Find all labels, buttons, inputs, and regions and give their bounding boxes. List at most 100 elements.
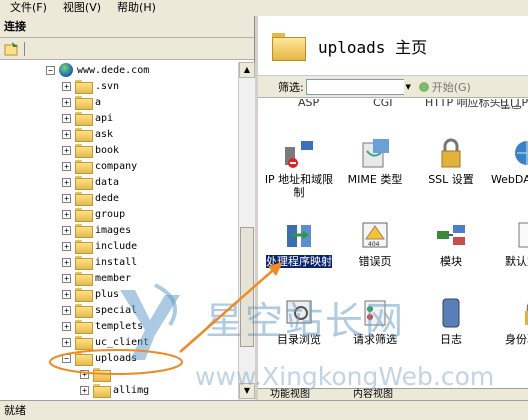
- feature-label: 身份验证: [505, 333, 528, 346]
- expand-icon[interactable]: +: [62, 145, 71, 155]
- tree-node-folder[interactable]: + plus: [62, 286, 119, 302]
- expand-icon[interactable]: +: [62, 161, 71, 171]
- tree-node-folder[interactable]: + include: [62, 238, 137, 254]
- scroll-thumb[interactable]: [240, 227, 254, 347]
- folder-icon: [93, 368, 111, 382]
- feature-label: SSL 设置: [428, 173, 474, 186]
- expand-icon[interactable]: +: [62, 321, 71, 331]
- expand-icon[interactable]: +: [80, 369, 89, 379]
- tree-node-label: ask: [95, 128, 114, 140]
- go-button[interactable]: 开始(G): [418, 79, 471, 95]
- go-icon: [418, 81, 429, 92]
- expand-icon[interactable]: +: [62, 337, 71, 347]
- features-pane: uploads 主页 筛选: ▼ 开始(G) ASP CGI HTTP 响应标头…: [258, 16, 528, 400]
- tree-node-folder[interactable]: + uc_client: [62, 334, 149, 350]
- filter-input[interactable]: [305, 78, 412, 95]
- webdav-icon: [511, 137, 528, 169]
- expand-icon[interactable]: +: [62, 225, 71, 235]
- menu-file[interactable]: 文件(F): [0, 0, 53, 16]
- tree-node-label: allimg: [113, 384, 150, 396]
- tree-node-label: company: [95, 160, 138, 172]
- expand-icon[interactable]: +: [62, 97, 71, 107]
- tree-node-folder[interactable]: + allimg: [80, 382, 149, 398]
- feature-label: 错误页: [358, 255, 392, 268]
- folder-icon: [75, 112, 93, 126]
- feature-item[interactable]: MIME 类型: [336, 137, 414, 186]
- menu-view[interactable]: 视图(V): [53, 0, 107, 16]
- tree-node-folder[interactable]: + dede: [62, 190, 119, 206]
- page-title: uploads 主页: [318, 37, 428, 57]
- tree-node-folder[interactable]: + data: [62, 174, 119, 190]
- expand-icon[interactable]: +: [62, 177, 71, 187]
- tree-node-folder[interactable]: + install: [62, 254, 137, 270]
- feature-item[interactable]: 身份验证: [488, 297, 528, 346]
- folder-icon: [75, 160, 93, 174]
- tree-node-site[interactable]: − www.dede.com: [46, 62, 149, 78]
- feature-item[interactable]: 默认文档: [488, 219, 528, 268]
- feature-item[interactable]: 处理程序映射: [260, 219, 338, 269]
- tree-node-folder[interactable]: − uploads: [62, 350, 137, 366]
- directory-browsing-icon: [283, 297, 315, 329]
- default-document-icon: [511, 219, 528, 251]
- tree-node-folder[interactable]: + group: [62, 206, 125, 222]
- tree-node-folder[interactable]: + .svn: [62, 78, 119, 94]
- tree-node-label: uploads: [95, 352, 138, 364]
- expand-icon[interactable]: +: [62, 129, 71, 139]
- tree-node-folder[interactable]: + book: [62, 142, 119, 158]
- collapse-icon[interactable]: −: [62, 353, 71, 363]
- scroll-up-icon[interactable]: ▲: [239, 62, 255, 78]
- filter-dropdown-icon[interactable]: ▼: [403, 78, 413, 95]
- expand-icon[interactable]: +: [62, 273, 71, 283]
- feature-item[interactable]: 日志: [412, 297, 490, 346]
- tab-feature-view[interactable]: 功能视图: [270, 389, 310, 400]
- tree-node-folder[interactable]: +: [80, 366, 113, 382]
- tree-node-folder[interactable]: + images: [62, 222, 131, 238]
- tree-node-folder[interactable]: + a: [62, 94, 101, 110]
- connect-icon[interactable]: [4, 41, 20, 57]
- feature-item[interactable]: 404 错误页: [336, 219, 414, 268]
- expand-icon[interactable]: +: [62, 81, 71, 91]
- tree-node-folder[interactable]: + api: [62, 110, 113, 126]
- folder-icon: [75, 304, 93, 318]
- authentication-icon: [511, 297, 528, 329]
- folder-icon: [75, 240, 93, 254]
- feature-label: 默认文档: [505, 255, 528, 268]
- expand-icon[interactable]: +: [80, 385, 89, 395]
- tree-node-folder[interactable]: + ask: [62, 126, 113, 142]
- collapse-icon[interactable]: −: [46, 65, 55, 75]
- tree-node-folder[interactable]: + company: [62, 158, 137, 174]
- expand-icon[interactable]: +: [62, 305, 71, 315]
- tree-node-label: images: [95, 224, 132, 236]
- folder-icon: [75, 320, 93, 334]
- folder-icon: [75, 80, 93, 94]
- filter-label: 筛选:: [278, 80, 304, 94]
- feature-item[interactable]: 目录浏览: [260, 297, 338, 346]
- connections-toolbar: [0, 38, 254, 60]
- tree-node-label: book: [95, 144, 120, 156]
- folder-icon: [75, 96, 93, 110]
- tree-node-folder[interactable]: + templets: [62, 318, 143, 334]
- feature-label-cut: HTTP 重定向: [500, 99, 528, 109]
- feature-item[interactable]: SSL 设置: [412, 137, 490, 186]
- feature-item[interactable]: 请求筛选: [336, 297, 414, 346]
- go-label: 开始(G): [431, 80, 471, 94]
- tree-scrollbar[interactable]: ▲ ▼: [238, 62, 255, 400]
- expand-icon[interactable]: +: [62, 241, 71, 251]
- expand-icon[interactable]: +: [62, 113, 71, 123]
- logging-icon: [435, 297, 467, 329]
- expand-icon[interactable]: +: [62, 257, 71, 267]
- feature-item[interactable]: WebDAV 规则: [488, 137, 528, 186]
- scroll-down-icon[interactable]: ▼: [239, 383, 255, 399]
- tree-node-label: special: [95, 304, 138, 316]
- feature-item[interactable]: 模块: [412, 219, 490, 268]
- folder-icon: [75, 144, 93, 158]
- tree-node-folder[interactable]: + special: [62, 302, 137, 318]
- tab-content-view[interactable]: 内容视图: [353, 389, 393, 400]
- tree-node-folder[interactable]: + member: [62, 270, 131, 286]
- menu-help[interactable]: 帮助(H): [107, 0, 162, 16]
- connections-tree: − www.dede.com + .svn + a + api + ask + book + comp…: [0, 62, 238, 400]
- expand-icon[interactable]: +: [62, 209, 71, 219]
- feature-item[interactable]: IP 地址和域限制: [260, 137, 338, 199]
- expand-icon[interactable]: +: [62, 193, 71, 203]
- expand-icon[interactable]: +: [62, 289, 71, 299]
